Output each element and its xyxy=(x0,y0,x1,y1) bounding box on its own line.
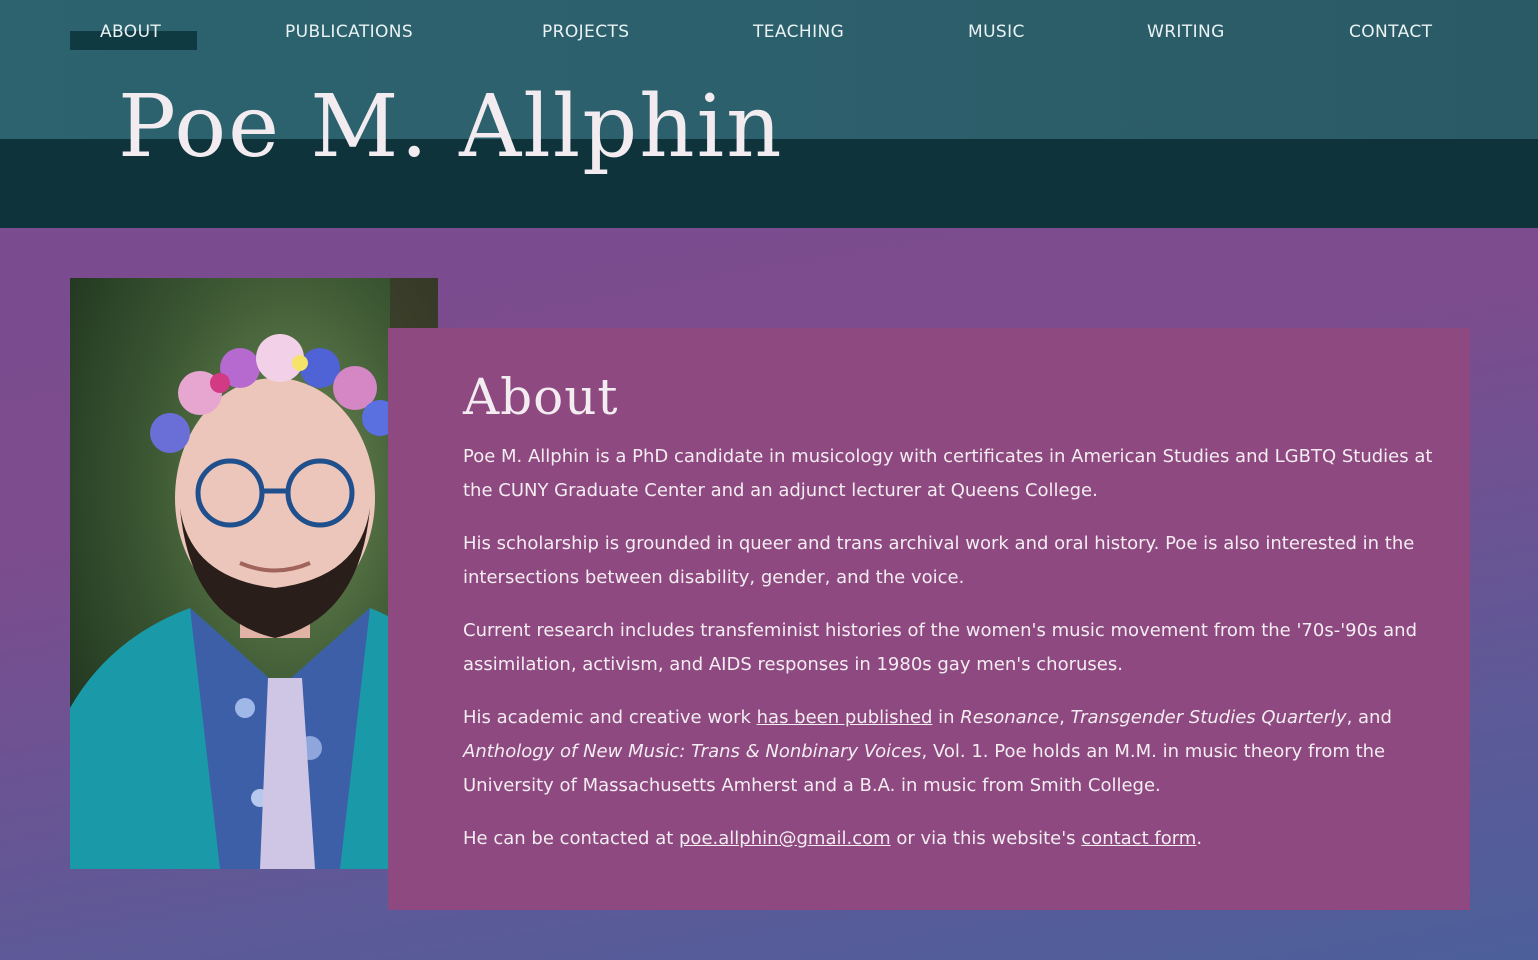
about-paragraph-2: His scholarship is grounded in queer and… xyxy=(463,533,1415,588)
p5-text-2: or via this website's xyxy=(890,828,1082,849)
p5-text-3: . xyxy=(1196,828,1203,849)
portrait-photo xyxy=(70,278,438,869)
about-heading: About xyxy=(463,368,619,426)
published-link[interactable]: has been published xyxy=(757,707,933,728)
about-paragraph-3: Current research includes transfeminist … xyxy=(463,620,1418,675)
publication-tsq: Transgender Studies Quarterly xyxy=(1070,707,1347,728)
about-card: About Poe M. Allphin is a PhD candidate … xyxy=(388,328,1470,910)
about-paragraph-5: He can be contacted at poe.allphin@gmail… xyxy=(463,822,1443,856)
p4-text-3: , xyxy=(1059,707,1071,728)
publication-resonance: Resonance xyxy=(960,707,1060,728)
site-header: ABOUT PUBLICATIONS PROJECTS TEACHING MUS… xyxy=(0,0,1538,228)
portrait-illustration xyxy=(70,278,438,869)
site-title: Poe M. Allphin xyxy=(118,77,784,177)
main-nav: ABOUT PUBLICATIONS PROJECTS TEACHING MUS… xyxy=(0,0,1538,66)
p4-text-2: in xyxy=(932,707,961,728)
nav-item-writing[interactable]: WRITING xyxy=(1147,22,1225,42)
p5-text-1: He can be contacted at xyxy=(463,828,679,849)
nav-item-teaching[interactable]: TEACHING xyxy=(753,22,844,42)
nav-item-about[interactable]: ABOUT xyxy=(100,22,161,42)
about-content: About Poe M. Allphin is a PhD candidate … xyxy=(463,368,1443,875)
publication-anthology: Anthology of New Music: Trans & Nonbinar… xyxy=(463,741,922,762)
nav-item-music[interactable]: MUSIC xyxy=(968,22,1025,42)
p4-text-1: His academic and creative work xyxy=(463,707,757,728)
nav-item-contact[interactable]: CONTACT xyxy=(1349,22,1432,42)
about-paragraph-4: His academic and creative work has been … xyxy=(463,701,1443,803)
p4-text-4: , and xyxy=(1346,707,1392,728)
email-link[interactable]: poe.allphin@gmail.com xyxy=(679,828,891,849)
nav-item-projects[interactable]: PROJECTS xyxy=(542,22,629,42)
contact-form-link[interactable]: contact form xyxy=(1081,828,1196,849)
nav-item-publications[interactable]: PUBLICATIONS xyxy=(285,22,413,42)
about-paragraph-1: Poe M. Allphin is a PhD candidate in mus… xyxy=(463,446,1433,501)
